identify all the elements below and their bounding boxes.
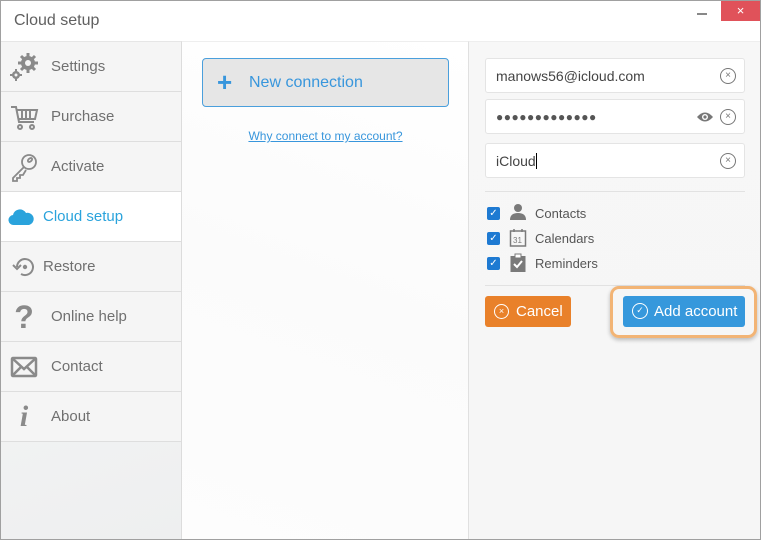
- app-window: Cloud setup × Settings Purchase Activate…: [0, 0, 761, 540]
- question-icon: ?: [14, 298, 34, 335]
- clear-icon[interactable]: ×: [720, 153, 736, 169]
- cloud-icon: [6, 202, 36, 232]
- password-value: ●●●●●●●●●●●●●: [496, 110, 597, 124]
- contacts-option[interactable]: ✓ Contacts: [487, 203, 687, 223]
- reminders-label: Reminders: [535, 256, 598, 271]
- sidebar-item-about[interactable]: i About: [1, 392, 181, 442]
- sidebar-item-settings[interactable]: Settings: [1, 42, 181, 92]
- text-caret: [535, 153, 537, 169]
- clipboard-check-icon: [509, 253, 527, 273]
- window-title: Cloud setup: [14, 12, 100, 29]
- calendars-checkbox[interactable]: ✓: [487, 232, 500, 245]
- cancel-button[interactable]: × Cancel: [485, 296, 571, 327]
- why-connect-link[interactable]: Why connect to my account?: [182, 129, 469, 143]
- sidebar-item-label: Contact: [51, 358, 103, 375]
- connections-panel: + New connection Why connect to my accou…: [182, 41, 469, 539]
- gears-icon: [9, 52, 39, 82]
- sidebar-item-restore[interactable]: Restore: [1, 242, 181, 292]
- person-icon: [509, 203, 527, 223]
- restore-icon: [9, 252, 39, 282]
- sidebar-item-label: Restore: [43, 258, 96, 275]
- plus-icon: +: [217, 67, 233, 97]
- sidebar-item-contact[interactable]: Contact: [1, 342, 181, 392]
- email-field[interactable]: manows56@icloud.com ×: [485, 58, 745, 93]
- calendars-option[interactable]: ✓ 31 Calendars: [487, 228, 687, 248]
- envelope-icon: [9, 352, 39, 382]
- sidebar-item-purchase[interactable]: Purchase: [1, 92, 181, 142]
- check-circle-icon: ✓: [632, 303, 648, 319]
- sidebar-item-cloud-setup[interactable]: Cloud setup: [1, 192, 181, 242]
- sidebar-item-label: Online help: [51, 308, 127, 325]
- account-name-value: iCloud: [496, 153, 537, 169]
- new-connection-button[interactable]: + New connection: [202, 58, 449, 107]
- eye-icon[interactable]: [696, 110, 714, 124]
- account-name-field[interactable]: iCloud ×: [485, 143, 745, 178]
- contacts-label: Contacts: [535, 206, 587, 221]
- minimize-button[interactable]: [691, 1, 721, 23]
- password-field[interactable]: ●●●●●●●●●●●●● ×: [485, 99, 745, 134]
- add-account-button[interactable]: ✓ Add account: [623, 296, 745, 327]
- cancel-label: Cancel: [516, 303, 563, 320]
- contacts-checkbox[interactable]: ✓: [487, 207, 500, 220]
- key-icon: [9, 152, 39, 182]
- clear-icon[interactable]: ×: [720, 109, 736, 125]
- info-icon: i: [19, 400, 29, 433]
- svg-text:31: 31: [513, 236, 522, 245]
- new-connection-label: New connection: [249, 74, 363, 91]
- sidebar-item-label: About: [51, 408, 91, 425]
- clear-icon[interactable]: ×: [720, 68, 736, 84]
- account-form: manows56@icloud.com × ●●●●●●●●●●●●● × iC…: [469, 41, 760, 539]
- reminders-checkbox[interactable]: ✓: [487, 257, 500, 270]
- calendars-label: Calendars: [535, 231, 595, 246]
- reminders-option[interactable]: ✓ Reminders: [487, 253, 687, 273]
- sidebar-item-label: Cloud setup: [43, 208, 124, 225]
- add-account-label: Add account: [654, 303, 738, 320]
- sidebar-item-activate[interactable]: Activate: [1, 142, 181, 192]
- sidebar-item-label: Purchase: [51, 108, 115, 125]
- close-button[interactable]: ×: [721, 1, 760, 21]
- cart-icon: [9, 102, 39, 132]
- sidebar-item-label: Settings: [51, 58, 106, 75]
- divider: [485, 191, 745, 192]
- sidebar-item-label: Activate: [51, 158, 105, 175]
- email-value: manows56@icloud.com: [496, 68, 645, 84]
- sidebar-item-online-help[interactable]: ? Online help: [1, 292, 181, 342]
- cancel-icon: ×: [494, 304, 509, 319]
- title-bar: Cloud setup ×: [1, 1, 760, 41]
- calendar-icon: 31: [509, 228, 527, 248]
- sidebar: Settings Purchase Activate Cloud setup R…: [1, 41, 182, 539]
